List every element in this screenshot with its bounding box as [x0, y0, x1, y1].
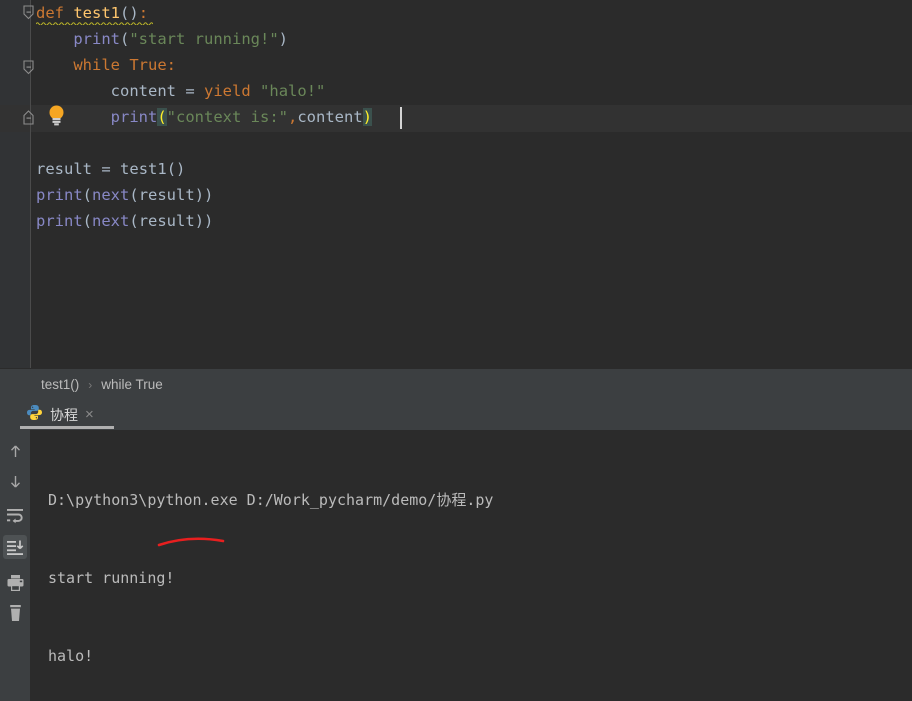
token-colon: : [138, 4, 149, 22]
up-arrow-icon[interactable] [3, 439, 27, 463]
token-print-4: print [36, 212, 83, 230]
python-icon [26, 404, 43, 426]
token-next-1: next [92, 186, 130, 204]
code-line-3: while True: [36, 52, 176, 78]
down-arrow-icon[interactable] [3, 469, 27, 493]
breadcrumb[interactable]: test1() › while True [0, 368, 912, 400]
token-while: while [73, 56, 120, 74]
token-call-test1: test1() [120, 160, 186, 178]
pycharm-window: def test1(): print("start running!") whi… [0, 0, 912, 701]
token-next-2: next [92, 212, 130, 230]
token-fn-name: test1 [73, 4, 121, 22]
weak-warning-squiggle-def [36, 21, 153, 25]
console-toolbar [0, 430, 30, 701]
console-line-0: D:\python3\python.exe D:/Work_pycharm/de… [48, 491, 494, 509]
token-result-var: result [36, 160, 92, 178]
code-line-8: print(next(result)) [36, 186, 214, 204]
scroll-to-end-icon[interactable] [3, 535, 27, 559]
run-console-output[interactable]: D:\python3\python.exe D:/Work_pycharm/de… [30, 430, 912, 701]
token-str-start-running: "start running!" [129, 30, 279, 48]
token-comma: , [288, 108, 298, 126]
token-def: def [36, 4, 64, 22]
code-line-4: content = yield "halo!" [36, 78, 326, 104]
run-tab-label: 协程 [50, 407, 78, 423]
code-line-7: result = test1() [36, 156, 185, 182]
code-editor[interactable]: def test1(): print("start running!") whi… [0, 0, 912, 368]
trash-icon[interactable] [3, 601, 27, 625]
token-matched-paren-open: ( [157, 108, 167, 126]
run-tool-window-tabbar: 协程 × [0, 400, 912, 430]
token-result-arg-1: result [138, 186, 195, 204]
editor-gutter[interactable] [0, 0, 30, 368]
token-str-halo: "halo!" [260, 82, 326, 100]
soft-wrap-icon[interactable] [3, 503, 27, 527]
code-line-5: print("context is:",content) [36, 104, 373, 130]
console-line-1: start running! [48, 569, 175, 587]
token-colon-while: : [166, 56, 177, 74]
token-print-1: print [73, 30, 120, 48]
print-icon[interactable] [3, 571, 27, 595]
red-underline-annotation [155, 532, 235, 548]
breadcrumb-separator-icon: › [88, 377, 93, 392]
code-text-area[interactable]: def test1(): print("start running!") whi… [31, 0, 912, 368]
token-matched-paren-close: ) [362, 108, 373, 126]
close-icon[interactable]: × [85, 407, 94, 424]
token-print-3: print [36, 186, 83, 204]
token-assign: = [101, 160, 111, 178]
breadcrumb-item-1[interactable]: while True [101, 377, 163, 392]
text-caret [400, 107, 402, 129]
token-yield: yield [204, 82, 251, 100]
token-result-arg-2: result [138, 212, 195, 230]
breadcrumb-item-0[interactable]: test1() [41, 377, 79, 392]
code-line-9: print(next(result)) [36, 212, 214, 230]
token-true: True [129, 56, 167, 74]
active-tab-indicator [20, 426, 114, 429]
token-content-arg: content [297, 108, 363, 126]
token-print-2: print [110, 108, 158, 126]
token-paren-open: ( [120, 4, 130, 22]
console-line-2: halo! [48, 647, 94, 665]
token-equals: = [185, 82, 195, 100]
token-str-context-is: "context is:" [166, 108, 288, 126]
token-paren-close: ) [129, 4, 139, 22]
code-line-2: print("start running!") [73, 30, 288, 48]
token-content-var: content [110, 82, 176, 100]
weak-warning-squiggle-tail [203, 230, 217, 234]
